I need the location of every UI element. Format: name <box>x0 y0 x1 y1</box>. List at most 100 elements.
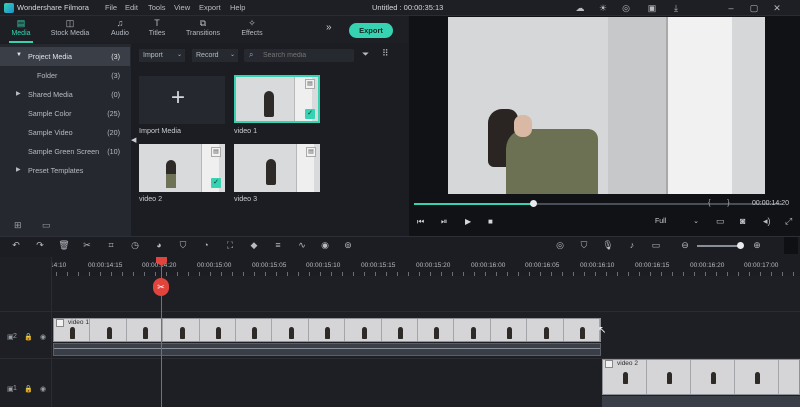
preview-video-frame <box>448 17 765 194</box>
headset-icon[interactable]: ◎ <box>620 2 632 14</box>
previous-frame-icon[interactable]: ⏮ <box>417 217 424 227</box>
ruler-label: 14:10 <box>50 262 67 269</box>
render-icon[interactable]: ◎ <box>554 239 566 251</box>
minimize-icon[interactable]: – <box>725 2 737 14</box>
clip-type-icon <box>605 360 613 368</box>
tab-media[interactable]: ▤ Media <box>6 16 36 43</box>
thumbnail-person <box>622 371 628 384</box>
cut-icon[interactable]: ✂ <box>81 239 93 251</box>
playback-progress-handle[interactable] <box>530 200 537 207</box>
undo-icon[interactable]: ↶ <box>10 239 22 251</box>
timeline-zoom-slider[interactable] <box>697 245 741 247</box>
clip-frame-thumbnail <box>564 319 600 341</box>
video-type-icon: ▤ <box>305 79 315 89</box>
thumbnail-person <box>266 159 276 185</box>
collapse-panel-icon[interactable]: ◀ <box>131 136 136 144</box>
fit-frame-icon[interactable]: ⛶ <box>224 239 236 251</box>
play-back-icon[interactable]: ⏯ <box>441 217 447 227</box>
volume-icon[interactable]: ◂) <box>763 216 771 227</box>
close-icon[interactable]: ✕ <box>771 2 783 14</box>
record-dropdown[interactable]: Record ⌄ <box>192 49 238 62</box>
fullscreen-icon[interactable]: ⤢ <box>785 216 792 227</box>
microphone-icon[interactable]: 🎙 <box>602 239 614 251</box>
lock-icon[interactable]: 🔒 <box>24 333 33 341</box>
mark-out-icon[interactable]: } <box>727 198 730 207</box>
monitor-icon[interactable]: ▭ <box>716 216 725 227</box>
account-icon[interactable]: ▣ <box>646 2 658 14</box>
clip-audio-strip[interactable] <box>602 396 800 407</box>
ruler-label: 00:00:15:15 <box>361 262 396 269</box>
shield-marker-icon[interactable]: ⛉ <box>578 239 590 251</box>
tab-audio[interactable]: ♫ Audio <box>105 16 135 43</box>
menu-view[interactable]: View <box>174 3 190 12</box>
color-palette-icon[interactable]: ◕ <box>153 239 165 251</box>
tab-transitions[interactable]: ⧉ Transitions <box>182 16 224 43</box>
library-item-project-media[interactable]: ▼ Project Media (3) <box>0 47 130 66</box>
timer-icon[interactable]: ◔ <box>200 239 212 251</box>
snapshot-camera-icon[interactable]: ◙ <box>740 216 745 226</box>
menu-help[interactable]: Help <box>230 3 245 12</box>
clip-frame-thumbnail <box>309 319 346 341</box>
grid-view-icon[interactable]: ⠿ <box>382 48 389 59</box>
ruler-label: 00:00:15:20 <box>416 262 451 269</box>
library-item-shared-media[interactable]: ▶ Shared Media (0) <box>0 85 130 104</box>
tab-effects[interactable]: ✧ Effects <box>236 16 268 43</box>
zoom-in-icon[interactable]: ⊕ <box>751 239 763 251</box>
import-dropdown[interactable]: Import ⌄ <box>139 49 185 62</box>
new-folder-icon[interactable]: ⊞ <box>14 220 22 231</box>
timeline-clip-video-1[interactable] <box>53 318 601 342</box>
ruler-label: 00:00:15:00 <box>197 262 232 269</box>
audio-wave-icon[interactable]: ∿ <box>296 239 308 251</box>
redo-icon[interactable]: ↷ <box>34 239 46 251</box>
library-item-preset-templates[interactable]: ▶ Preset Templates <box>0 161 130 180</box>
cloud-icon[interactable]: ☁ <box>574 2 586 14</box>
auto-reframe-icon[interactable]: ⊚ <box>342 239 354 251</box>
stop-icon[interactable]: ■ <box>488 217 493 226</box>
tab-titles[interactable]: T Titles <box>142 16 172 43</box>
filter-icon[interactable]: ⏷ <box>362 49 369 60</box>
thumbnail-person <box>543 326 549 339</box>
menu-export[interactable]: Export <box>199 3 221 12</box>
subtitle-icon[interactable]: ▭ <box>650 239 662 251</box>
search-input[interactable] <box>263 49 351 62</box>
library-item-sample-video[interactable]: Sample Video (20) <box>0 123 130 142</box>
download-icon[interactable]: ⤓ <box>670 2 682 14</box>
zoom-out-icon[interactable]: ⊖ <box>679 239 691 251</box>
mark-in-icon[interactable]: { <box>708 198 711 207</box>
adjust-sliders-icon[interactable]: ≡ <box>272 239 284 251</box>
export-button[interactable]: Export <box>349 23 393 38</box>
menu-tools[interactable]: Tools <box>148 3 166 12</box>
menu-edit[interactable]: Edit <box>125 3 138 12</box>
timeline-zoom-handle[interactable] <box>737 242 744 249</box>
library-item-sample-green-screen[interactable]: Sample Green Screen (10) <box>0 142 130 161</box>
playback-progress-fill <box>414 203 533 205</box>
folder-outline-icon[interactable]: ▭ <box>42 220 51 231</box>
clip-audio-strip[interactable] <box>53 343 601 356</box>
library-item-count: (25) <box>107 109 120 118</box>
clip-frame-thumbnail <box>454 319 491 341</box>
eye-icon[interactable]: ◉ <box>40 385 46 393</box>
split-scissors-icon[interactable]: ✂ <box>153 278 169 296</box>
delete-icon[interactable]: 🗑 <box>58 239 70 251</box>
play-icon[interactable]: ▶ <box>465 217 471 226</box>
maximize-icon[interactable]: ▢ <box>748 2 760 14</box>
lock-icon[interactable]: 🔒 <box>24 385 33 393</box>
lightbulb-icon[interactable]: ☀ <box>597 2 609 14</box>
speed-icon[interactable]: ◷ <box>129 239 141 251</box>
chevron-down-icon: ⌄ <box>229 52 235 58</box>
keyframe-icon[interactable]: ◆ <box>248 239 260 251</box>
tab-stock-media-label: Stock Media <box>50 30 90 37</box>
audio-mixer-icon[interactable]: ♪ <box>626 239 638 251</box>
tab-stock-media[interactable]: ◫ Stock Media <box>48 16 92 43</box>
library-item-sample-color[interactable]: Sample Color (25) <box>0 104 130 123</box>
library-item-folder[interactable]: Folder (3) <box>0 66 130 85</box>
playback-quality-dropdown[interactable]: Full ⌄ <box>655 216 703 228</box>
chevrons-right-icon[interactable]: » <box>326 22 332 33</box>
green-screen-icon[interactable]: ⛉ <box>177 239 189 251</box>
eye-icon[interactable]: ◉ <box>40 333 46 341</box>
menu-file[interactable]: File <box>105 3 117 12</box>
thumbnail-person <box>754 371 760 384</box>
motion-track-icon[interactable]: ◉ <box>319 239 331 251</box>
thumbnail-person <box>106 326 112 339</box>
crop-icon[interactable]: ⌗ <box>105 239 117 251</box>
